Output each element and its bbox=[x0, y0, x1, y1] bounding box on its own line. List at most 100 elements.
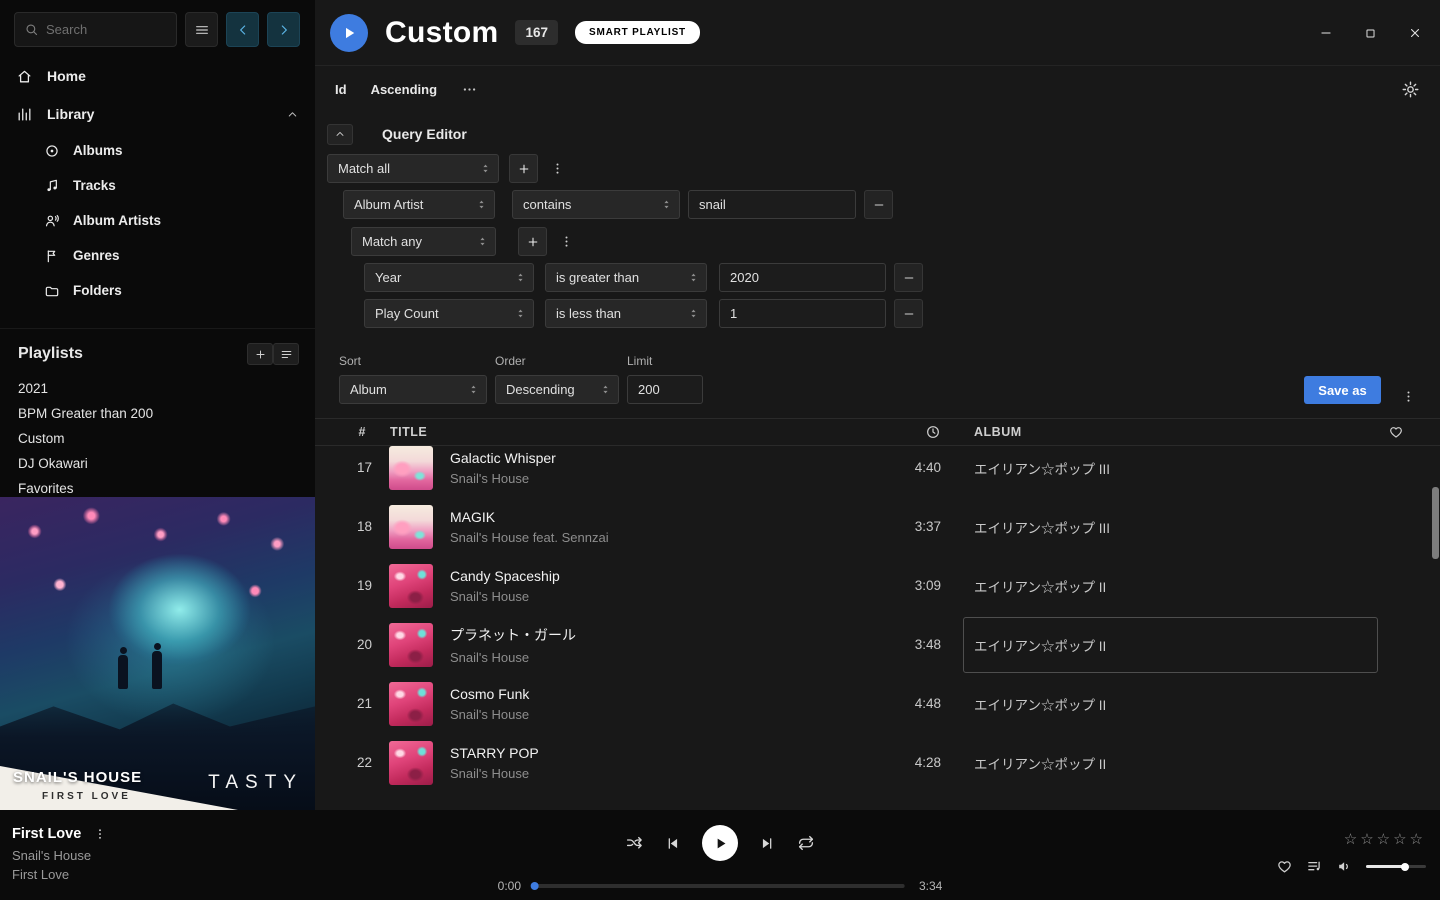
sort-value: Album bbox=[350, 382, 387, 397]
favorite-button[interactable] bbox=[1276, 858, 1293, 875]
forward-button[interactable] bbox=[267, 12, 300, 47]
track-menu-icon[interactable] bbox=[93, 827, 107, 841]
match-mode-select[interactable]: Match any bbox=[351, 227, 496, 256]
rule-operator-select[interactable]: is greater than bbox=[545, 263, 707, 292]
queue-button[interactable] bbox=[1306, 858, 1323, 875]
match-mode-select[interactable]: Match all bbox=[327, 154, 499, 183]
more-options-icon[interactable] bbox=[461, 81, 478, 98]
main-panel: Custom 167 SMART PLAYLIST Id Ascending Q… bbox=[315, 0, 1440, 810]
playlist-list-button[interactable] bbox=[273, 343, 299, 365]
column-title[interactable]: TITLE bbox=[390, 425, 881, 439]
search-field[interactable] bbox=[46, 22, 167, 37]
table-row[interactable]: 18MAGIKSnail's House feat. Sennzai3:37エイ… bbox=[315, 497, 1440, 556]
track-album-cell[interactable]: エイリアン☆ポップ II bbox=[974, 558, 1440, 614]
sort-select[interactable]: Album bbox=[339, 375, 487, 404]
repeat-button[interactable] bbox=[797, 834, 815, 852]
table-row[interactable]: 20プラネット・ガールSnail's House3:48エイリアン☆ポップ II bbox=[315, 615, 1440, 674]
sort-order-button[interactable]: Ascending bbox=[371, 82, 437, 97]
sidebar-item-album-artists[interactable]: Album Artists bbox=[0, 203, 315, 238]
remove-rule-button[interactable] bbox=[894, 299, 923, 328]
sort-field-button[interactable]: Id bbox=[335, 82, 347, 97]
rule-operator-select[interactable]: contains bbox=[512, 190, 680, 219]
sidebar-item-label: Album Artists bbox=[73, 213, 161, 228]
collapse-query-editor-button[interactable] bbox=[327, 124, 353, 145]
next-button[interactable] bbox=[759, 835, 776, 852]
group-menu-icon[interactable] bbox=[559, 234, 574, 249]
add-playlist-button[interactable] bbox=[247, 343, 273, 365]
playlist-item[interactable]: DJ Okawari bbox=[0, 451, 315, 476]
sidebar-item-tracks[interactable]: Tracks bbox=[0, 168, 315, 203]
minus-icon bbox=[902, 307, 916, 321]
group-menu-icon[interactable] bbox=[550, 161, 565, 176]
table-row[interactable]: 19Candy SpaceshipSnail's House3:09エイリアン☆… bbox=[315, 556, 1440, 615]
playlist-item[interactable]: BPM Greater than 200 bbox=[0, 401, 315, 426]
remove-rule-button[interactable] bbox=[864, 190, 893, 219]
track-title: Galactic Whisper bbox=[450, 450, 881, 466]
select-spinner-icon bbox=[661, 198, 672, 211]
sidebar-item-genres[interactable]: Genres bbox=[0, 238, 315, 273]
seek-thumb[interactable] bbox=[531, 882, 539, 890]
settings-gear-icon[interactable] bbox=[1401, 80, 1420, 99]
sort-options-row: Sort Album Order Descending Limit Save a… bbox=[327, 354, 1428, 404]
shuffle-button[interactable] bbox=[625, 834, 643, 852]
sidebar-item-albums[interactable]: Albums bbox=[0, 133, 315, 168]
rule-value-input[interactable] bbox=[688, 190, 856, 219]
rule-field-select[interactable]: Album Artist bbox=[343, 190, 495, 219]
sidebar-item-home[interactable]: Home bbox=[0, 57, 315, 95]
rule-value-input[interactable] bbox=[719, 263, 886, 292]
rule-field-select[interactable]: Play Count bbox=[364, 299, 534, 328]
sidebar-item-folders[interactable]: Folders bbox=[0, 273, 315, 308]
play-playlist-button[interactable] bbox=[330, 14, 368, 52]
rule-field-value: Album Artist bbox=[354, 197, 423, 212]
column-album[interactable]: ALBUM bbox=[974, 425, 1440, 439]
column-favorite[interactable] bbox=[1388, 424, 1404, 440]
chevron-left-icon bbox=[235, 22, 251, 38]
track-album-cell[interactable]: エイリアン☆ポップ III bbox=[974, 446, 1440, 496]
volume-thumb[interactable] bbox=[1401, 863, 1409, 871]
add-rule-button[interactable] bbox=[518, 227, 547, 256]
rating-stars[interactable]: ☆☆☆☆☆ bbox=[1344, 830, 1426, 848]
remove-rule-button[interactable] bbox=[894, 263, 923, 292]
play-pause-button[interactable] bbox=[702, 825, 738, 861]
table-row[interactable]: 21Cosmo FunkSnail's House4:48エイリアン☆ポップ I… bbox=[315, 674, 1440, 733]
search-input[interactable] bbox=[14, 12, 177, 47]
track-album-cell[interactable]: エイリアン☆ポップ II bbox=[974, 735, 1440, 791]
rule-field-select[interactable]: Year bbox=[364, 263, 534, 292]
column-duration[interactable] bbox=[881, 424, 941, 440]
volume-button[interactable] bbox=[1336, 858, 1353, 875]
rule-operator-select[interactable]: is less than bbox=[545, 299, 707, 328]
track-album-cell[interactable]: エイリアン☆ポップ III bbox=[974, 499, 1440, 555]
playlist-item[interactable]: 2021 bbox=[0, 376, 315, 401]
playlist-item[interactable]: Custom bbox=[0, 426, 315, 451]
seek-slider[interactable] bbox=[535, 884, 905, 888]
column-index[interactable]: # bbox=[315, 425, 372, 439]
maximize-button[interactable] bbox=[1364, 27, 1377, 40]
scrollbar-thumb[interactable] bbox=[1432, 487, 1439, 559]
heart-icon bbox=[1276, 858, 1293, 875]
menu-button[interactable] bbox=[185, 12, 218, 47]
track-album-cell[interactable]: エイリアン☆ポップ II bbox=[974, 676, 1440, 732]
minimize-button[interactable] bbox=[1319, 26, 1333, 40]
volume-slider[interactable] bbox=[1366, 865, 1426, 868]
back-button[interactable] bbox=[226, 12, 259, 47]
match-mode-value: Match all bbox=[338, 161, 390, 176]
library-label: Library bbox=[47, 106, 94, 122]
table-row[interactable]: 17Galactic WhisperSnail's House4:40エイリアン… bbox=[315, 446, 1440, 497]
limit-input[interactable] bbox=[627, 375, 703, 404]
save-menu-icon[interactable] bbox=[1401, 389, 1416, 404]
previous-button[interactable] bbox=[664, 835, 681, 852]
track-album: エイリアン☆ポップ II bbox=[974, 576, 1106, 596]
table-row[interactable]: 22STARRY POPSnail's House4:28エイリアン☆ポップ I… bbox=[315, 733, 1440, 792]
order-select[interactable]: Descending bbox=[495, 375, 619, 404]
add-rule-button[interactable] bbox=[509, 154, 538, 183]
collapse-library-icon[interactable] bbox=[286, 108, 299, 121]
next-icon bbox=[759, 835, 776, 852]
sidebar-item-library[interactable]: Library bbox=[0, 95, 315, 133]
close-button[interactable] bbox=[1408, 26, 1422, 40]
track-album-cell[interactable]: エイリアン☆ポップ II bbox=[974, 617, 1440, 673]
list-icon bbox=[280, 348, 293, 361]
maximize-icon bbox=[1364, 27, 1377, 40]
save-as-button[interactable]: Save as bbox=[1304, 376, 1381, 404]
rule-value-input[interactable] bbox=[719, 299, 886, 328]
limit-label: Limit bbox=[627, 354, 703, 368]
